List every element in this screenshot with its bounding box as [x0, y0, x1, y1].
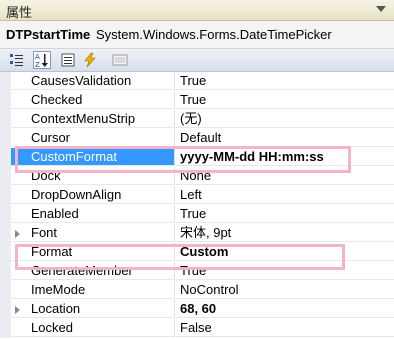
property-row-generatemember[interactable]: GenerateMember True: [0, 262, 394, 281]
alphabetical-icon[interactable]: A Z: [33, 51, 51, 69]
property-value[interactable]: Custom: [176, 243, 394, 261]
property-row-imemode[interactable]: ImeMode NoControl: [0, 281, 394, 300]
dropdown-arrow-icon[interactable]: [376, 6, 386, 12]
property-value[interactable]: False: [176, 319, 394, 337]
property-value[interactable]: True: [176, 205, 394, 223]
property-name: Enabled: [11, 205, 175, 223]
property-value[interactable]: 宋体, 9pt: [176, 224, 394, 242]
property-name: ContextMenuStrip: [11, 110, 175, 128]
property-row-dock[interactable]: Dock None: [0, 167, 394, 186]
categorized-icon[interactable]: [9, 52, 25, 68]
property-row-cursor[interactable]: Cursor Default: [0, 129, 394, 148]
property-name: CausesValidation: [11, 72, 175, 90]
property-name: GenerateMember: [11, 262, 175, 280]
property-grid: CausesValidation True Checked True Conte…: [0, 72, 394, 339]
property-name: Location: [11, 300, 175, 318]
property-value[interactable]: True: [176, 91, 394, 109]
property-pages-icon[interactable]: [112, 52, 128, 68]
property-name: ImeMode: [11, 281, 175, 299]
svg-text:Z: Z: [35, 61, 40, 68]
object-selector[interactable]: DTPstartTime System.Windows.Forms.DateTi…: [0, 21, 394, 49]
property-row-font[interactable]: Font 宋体, 9pt: [0, 224, 394, 243]
property-value[interactable]: True: [176, 72, 394, 90]
panel-title: 属性: [6, 5, 33, 20]
property-row-causesvalidation[interactable]: CausesValidation True: [0, 72, 394, 91]
property-name: Dock: [11, 167, 175, 185]
property-value[interactable]: Left: [176, 186, 394, 204]
property-value[interactable]: (无): [176, 110, 394, 128]
property-name: CustomFormat: [11, 148, 175, 166]
property-row-location[interactable]: Location 68, 60: [0, 300, 394, 319]
property-value[interactable]: NoControl: [176, 281, 394, 299]
property-row-format[interactable]: Format Custom: [0, 243, 394, 262]
svg-text:A: A: [35, 53, 40, 61]
property-value[interactable]: Default: [176, 129, 394, 147]
property-row-contextmenustrip[interactable]: ContextMenuStrip (无): [0, 110, 394, 129]
property-row-customformat[interactable]: CustomFormat yyyy-MM-dd HH:mm:ss: [0, 148, 394, 167]
property-name: Checked: [11, 91, 175, 109]
panel-title-bar: 属性: [0, 0, 394, 21]
properties-toolbar: A Z: [0, 49, 394, 72]
property-value[interactable]: 68, 60: [176, 300, 394, 318]
property-name: Cursor: [11, 129, 175, 147]
property-row-locked[interactable]: Locked False: [0, 319, 394, 338]
property-value[interactable]: yyyy-MM-dd HH:mm:ss: [176, 148, 394, 166]
property-row-checked[interactable]: Checked True: [0, 91, 394, 110]
property-value[interactable]: None: [176, 167, 394, 185]
property-value[interactable]: True: [176, 262, 394, 280]
object-type: System.Windows.Forms.DateTimePicker: [96, 27, 332, 42]
property-name: Format: [11, 243, 175, 261]
property-row-dropdownalign[interactable]: DropDownAlign Left: [0, 186, 394, 205]
property-name: DropDownAlign: [11, 186, 175, 204]
property-name: Locked: [11, 319, 175, 337]
object-name: DTPstartTime: [6, 27, 91, 42]
property-name: Font: [11, 224, 175, 242]
properties-icon[interactable]: [60, 52, 76, 68]
property-row-enabled[interactable]: Enabled True: [0, 205, 394, 224]
events-icon[interactable]: [82, 52, 98, 68]
